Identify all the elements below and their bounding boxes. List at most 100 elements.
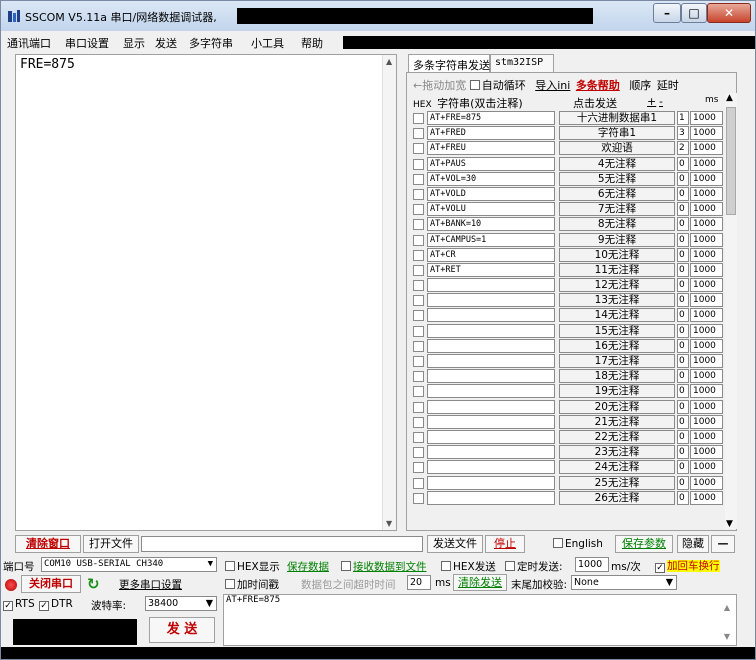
timed-interval-input[interactable]: 1000 xyxy=(575,557,609,572)
string-input[interactable]: AT+FRED xyxy=(427,126,555,141)
send-string-button[interactable]: 9无注释 xyxy=(559,232,675,247)
order-input[interactable]: 2 xyxy=(677,141,689,156)
send-string-button[interactable]: 26无注释 xyxy=(559,490,675,505)
string-input[interactable] xyxy=(427,323,555,338)
file-path-input[interactable] xyxy=(141,536,423,552)
delay-input[interactable]: 1000 xyxy=(690,262,723,277)
send-textarea[interactable]: AT+FRE=875 ▲ ▼ xyxy=(223,594,737,646)
string-input[interactable] xyxy=(427,354,555,368)
send-string-button[interactable]: 14无注释 xyxy=(559,308,675,323)
timed-send-option[interactable]: 定时发送: xyxy=(505,559,563,574)
hex-checkbox[interactable] xyxy=(413,325,424,337)
tab-stm32isp[interactable]: stm32ISP xyxy=(490,54,554,72)
order-input[interactable]: 0 xyxy=(677,247,689,262)
minimize-button[interactable]: – xyxy=(653,3,681,23)
send-string-button[interactable]: 16无注释 xyxy=(559,338,675,353)
multi-help-button[interactable]: 多条帮助 xyxy=(576,79,620,92)
hex-display-checkbox[interactable] xyxy=(225,561,235,571)
stop-button[interactable]: 停止 xyxy=(485,535,525,553)
recv-to-file-checkbox[interactable] xyxy=(341,561,351,571)
order-input[interactable]: 0 xyxy=(677,217,689,232)
send-string-button[interactable]: 4无注释 xyxy=(559,156,675,171)
hex-checkbox[interactable] xyxy=(413,431,424,443)
delay-input[interactable]: 1000 xyxy=(690,490,723,505)
send-string-button[interactable]: 22无注释 xyxy=(559,429,675,444)
hex-checkbox[interactable] xyxy=(413,356,424,367)
delay-input[interactable]: 1000 xyxy=(690,141,723,156)
more-settings-button[interactable]: 更多串口设置 xyxy=(119,577,182,592)
dtr-checkbox[interactable]: ✓ xyxy=(39,601,49,611)
delay-input[interactable]: 1000 xyxy=(690,308,723,323)
string-input[interactable]: AT+PAUS xyxy=(427,156,555,171)
save-data-button[interactable]: 保存数据 xyxy=(287,559,329,574)
hex-checkbox[interactable] xyxy=(413,416,424,428)
hex-checkbox[interactable] xyxy=(413,386,424,398)
timeout-input[interactable]: 20 xyxy=(407,575,431,590)
send-string-button[interactable]: 欢迎语 xyxy=(559,141,675,156)
send-string-button[interactable]: 8无注释 xyxy=(559,217,675,232)
string-input[interactable] xyxy=(427,475,555,490)
string-input[interactable]: AT+FRE=875 xyxy=(427,111,555,125)
hex-send-option[interactable]: HEX发送 xyxy=(441,559,496,574)
send-string-button[interactable]: 20无注释 xyxy=(559,399,675,414)
order-input[interactable]: 0 xyxy=(677,262,689,277)
order-input[interactable]: 0 xyxy=(677,232,689,247)
order-input[interactable]: 0 xyxy=(677,202,689,217)
send-string-button[interactable]: 12无注释 xyxy=(559,278,675,293)
scroll-down-icon[interactable]: ▼ xyxy=(386,519,392,528)
port-select[interactable]: COM10 USB-SERIAL CH340 ▼ xyxy=(41,557,217,572)
hex-checkbox[interactable] xyxy=(413,401,424,413)
delay-input[interactable]: 1000 xyxy=(690,460,723,475)
delay-input[interactable]: 1000 xyxy=(690,369,723,384)
english-option[interactable]: English xyxy=(553,538,603,550)
delay-input[interactable]: 1000 xyxy=(690,354,723,368)
checksum-select[interactable]: None ▼ xyxy=(571,575,677,590)
clear-send-button[interactable]: 清除发送 xyxy=(453,574,507,591)
send-string-button[interactable]: 21无注释 xyxy=(559,414,675,429)
hex-display-option[interactable]: HEX显示 xyxy=(225,559,280,574)
rts-checkbox[interactable]: ✓ xyxy=(3,601,13,611)
delay-input[interactable]: 1000 xyxy=(690,323,723,338)
string-input[interactable]: AT+FREU xyxy=(427,141,555,156)
menu-display[interactable]: 显示 xyxy=(123,35,145,51)
scroll-thumb[interactable] xyxy=(726,107,736,215)
close-port-button[interactable]: 关闭串口 xyxy=(21,575,81,593)
send-string-button[interactable]: 24无注释 xyxy=(559,460,675,475)
delay-input[interactable]: 1000 xyxy=(690,171,723,186)
order-input[interactable]: 0 xyxy=(677,308,689,323)
hex-checkbox[interactable] xyxy=(413,371,424,383)
delay-input[interactable]: 1000 xyxy=(690,399,723,414)
string-input[interactable] xyxy=(427,293,555,308)
scroll-up-icon[interactable]: ▲ xyxy=(726,93,733,103)
delay-input[interactable]: 1000 xyxy=(690,156,723,171)
delay-input[interactable]: 1000 xyxy=(690,384,723,399)
drag-widen-label[interactable]: ←拖动加宽 xyxy=(413,79,466,92)
delay-input[interactable]: 1000 xyxy=(690,126,723,141)
menu-tools[interactable]: 小工具 xyxy=(251,35,284,51)
send-string-button[interactable]: 18无注释 xyxy=(559,369,675,384)
order-input[interactable]: 0 xyxy=(677,171,689,186)
scroll-down-icon[interactable]: ▼ xyxy=(726,519,733,529)
auto-loop-checkbox[interactable] xyxy=(469,80,480,90)
baud-select[interactable]: 38400 ▼ xyxy=(145,596,217,611)
send-string-button[interactable]: 25无注释 xyxy=(559,475,675,490)
menu-multi-string[interactable]: 多字符串 xyxy=(189,35,233,51)
receive-textarea[interactable]: FRE=875 ▲ ▼ xyxy=(15,54,397,531)
string-input[interactable]: AT+BANK=10 xyxy=(427,217,555,232)
string-input[interactable] xyxy=(427,278,555,293)
clear-window-button[interactable]: 清除窗口 xyxy=(15,535,81,553)
order-input[interactable]: 0 xyxy=(677,323,689,338)
delay-input[interactable]: 1000 xyxy=(690,217,723,232)
order-input[interactable]: 0 xyxy=(677,460,689,475)
recv-to-file-option[interactable]: 接收数据到文件 xyxy=(341,559,427,574)
order-input[interactable]: 0 xyxy=(677,156,689,171)
send-string-button[interactable]: 23无注释 xyxy=(559,445,675,460)
hex-checkbox[interactable] xyxy=(413,264,424,276)
string-input[interactable]: AT+VOLD xyxy=(427,186,555,201)
string-input[interactable]: AT+VOLU xyxy=(427,202,555,217)
order-input[interactable]: 0 xyxy=(677,293,689,308)
hex-checkbox[interactable] xyxy=(413,204,424,216)
delay-input[interactable]: 1000 xyxy=(690,445,723,460)
hex-checkbox[interactable] xyxy=(413,173,424,185)
panel-scrollbar[interactable]: ▲ ▼ xyxy=(725,93,737,529)
